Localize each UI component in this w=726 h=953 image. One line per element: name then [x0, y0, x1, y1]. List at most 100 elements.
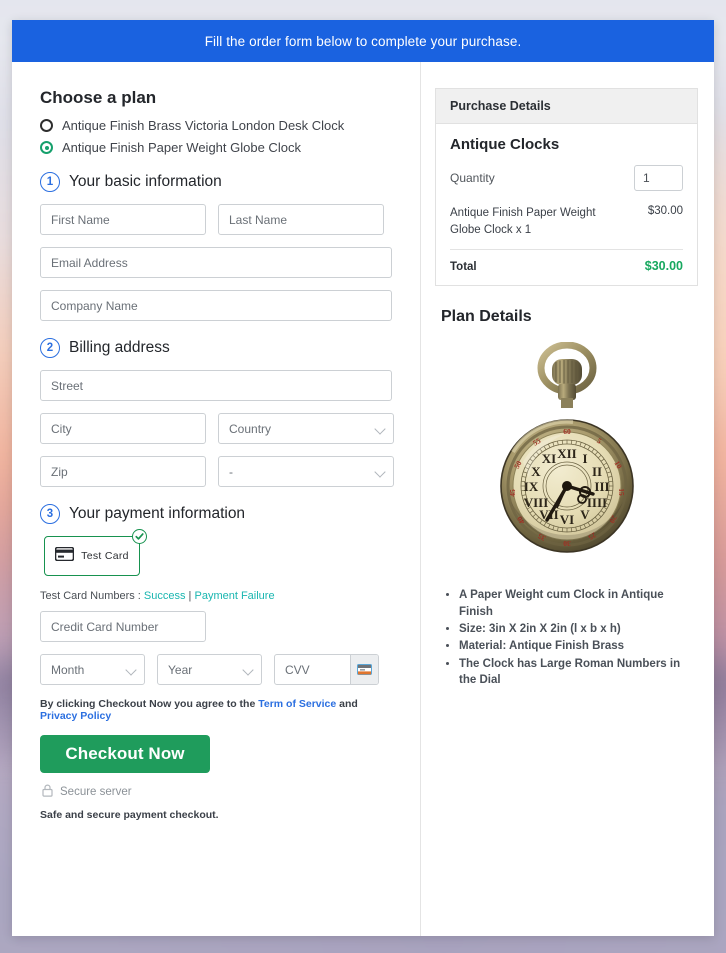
- plan-option-2[interactable]: Antique Finish Paper Weight Globe Clock: [40, 140, 392, 155]
- test-card-numbers-prefix: Test Card Numbers :: [40, 590, 144, 602]
- step-basic-information: 1 Your basic information: [40, 172, 392, 192]
- step-payment-title: Your payment information: [69, 505, 246, 522]
- email-input[interactable]: [40, 247, 392, 278]
- step-number-2: 2: [40, 338, 60, 358]
- svg-text:15: 15: [617, 489, 626, 497]
- terms-prefix: By clicking Checkout Now you agree to th…: [40, 698, 259, 710]
- secure-server-row: Secure server: [42, 784, 392, 800]
- svg-text:V: V: [580, 507, 590, 522]
- safe-checkout-note: Safe and secure payment checkout.: [40, 809, 219, 821]
- terms-middle: and: [336, 698, 358, 710]
- payment-failure-link[interactable]: Payment Failure: [194, 590, 274, 602]
- payment-method-test-card[interactable]: Test Card: [44, 529, 147, 576]
- form-column: Choose a plan Antique Finish Brass Victo…: [12, 62, 421, 936]
- test-card-numbers-line: Test Card Numbers : Success | Payment Fa…: [40, 590, 392, 602]
- line-item-price: $30.00: [647, 205, 683, 217]
- last-name-input[interactable]: [218, 204, 384, 235]
- product-group-name: Antique Clocks: [450, 136, 560, 153]
- svg-text:VIII: VIII: [523, 495, 548, 510]
- company-input[interactable]: [40, 290, 392, 321]
- card-cvv-icon[interactable]: [350, 655, 378, 684]
- plan-option-1[interactable]: Antique Finish Brass Victoria London Des…: [40, 118, 392, 133]
- total-value: $30.00: [644, 259, 683, 274]
- step-billing-address: 2 Billing address: [40, 338, 392, 358]
- total-label: Total: [450, 261, 477, 274]
- city-country-row: [40, 413, 394, 444]
- radio-icon-unselected[interactable]: [40, 119, 53, 132]
- quantity-input[interactable]: [634, 165, 683, 191]
- plan-details-title: Plan Details: [441, 308, 532, 326]
- year-select-wrap[interactable]: [157, 654, 262, 685]
- svg-text:I: I: [582, 451, 587, 466]
- quantity-row: Quantity: [450, 165, 683, 191]
- plan-feature-list: A Paper Weight cum Clock in Antique Fini…: [459, 587, 698, 688]
- month-select[interactable]: [40, 654, 145, 685]
- zip-state-row: [40, 456, 394, 487]
- step-number-3: 3: [40, 504, 60, 524]
- credit-card-row: [40, 611, 392, 642]
- banner: Fill the order form below to complete yo…: [12, 20, 714, 62]
- line-item-name: Antique Finish Paper Weight Globe Clock …: [450, 207, 596, 236]
- checkout-now-button[interactable]: Checkout Now: [40, 735, 210, 773]
- svg-text:IX: IX: [523, 479, 538, 494]
- street-input[interactable]: [40, 370, 392, 401]
- city-input[interactable]: [40, 413, 206, 444]
- choose-plan-heading: Choose a plan: [40, 88, 157, 107]
- credit-card-icon: [54, 546, 75, 566]
- month-select-wrap[interactable]: [40, 654, 145, 685]
- card-body: Choose a plan Antique Finish Brass Victo…: [12, 62, 714, 936]
- step-payment-information: 3 Your payment information: [40, 504, 392, 524]
- state-select[interactable]: [218, 456, 394, 487]
- antique-pocket-watch-image: 60 5 10 15 20 25 30 35 40 45 50 55 XII I…: [499, 342, 634, 554]
- state-select-wrap[interactable]: [218, 456, 394, 487]
- privacy-policy-link[interactable]: Privacy Policy: [40, 710, 111, 722]
- svg-text:XI: XI: [541, 451, 555, 466]
- svg-text:II: II: [591, 464, 601, 479]
- country-select-wrap[interactable]: [218, 413, 394, 444]
- list-item: The Clock has Large Roman Numbers in the…: [459, 656, 698, 689]
- purchase-details-body: Antique Clocks Quantity Antique Finish P…: [436, 124, 697, 285]
- svg-text:45: 45: [508, 489, 517, 497]
- success-link[interactable]: Success: [144, 590, 186, 602]
- svg-text:IIII: IIII: [586, 495, 606, 510]
- credit-card-number-input[interactable]: [40, 611, 206, 642]
- svg-text:XII: XII: [557, 446, 577, 461]
- expiry-cvv-row: [40, 654, 392, 685]
- divider: [450, 249, 683, 251]
- purchase-details-panel: Purchase Details Antique Clocks Quantity…: [435, 88, 698, 287]
- country-select[interactable]: [218, 413, 394, 444]
- plan-option-1-label: Antique Finish Brass Victoria London Des…: [62, 118, 345, 133]
- list-item: Size: 3in X 2in X 2in (l x b x h): [459, 621, 698, 637]
- list-item: Material: Antique Finish Brass: [459, 638, 698, 654]
- secure-server-label: Secure server: [60, 786, 132, 798]
- checkout-card: Fill the order form below to complete yo…: [12, 20, 714, 936]
- zip-input[interactable]: [40, 456, 206, 487]
- payment-method-label: Test Card: [81, 550, 129, 562]
- first-name-input[interactable]: [40, 204, 206, 235]
- cvv-group[interactable]: [274, 654, 379, 685]
- radio-icon-selected[interactable]: [40, 141, 53, 154]
- purchase-details-title: Purchase Details: [436, 89, 697, 124]
- list-item: A Paper Weight cum Clock in Antique Fini…: [459, 587, 698, 620]
- svg-text:III: III: [594, 479, 609, 494]
- plan-option-2-label: Antique Finish Paper Weight Globe Clock: [62, 140, 301, 155]
- summary-column: Purchase Details Antique Clocks Quantity…: [421, 62, 714, 936]
- line-item: Antique Finish Paper Weight Globe Clock …: [450, 205, 683, 238]
- quantity-label: Quantity: [450, 171, 495, 185]
- svg-text:X: X: [531, 464, 541, 479]
- step-number-1: 1: [40, 172, 60, 192]
- term-of-service-link[interactable]: Term of Service: [258, 698, 336, 710]
- total-row: Total $30.00: [450, 259, 683, 273]
- terms-text: By clicking Checkout Now you agree to th…: [40, 698, 392, 722]
- step-basic-title: Your basic information: [69, 173, 222, 190]
- company-row: [40, 290, 392, 321]
- email-row: [40, 247, 392, 278]
- step-billing-title: Billing address: [69, 339, 170, 356]
- name-row: [40, 204, 392, 235]
- banner-text: Fill the order form below to complete yo…: [204, 33, 522, 49]
- svg-text:VI: VI: [559, 512, 573, 527]
- lock-icon: [42, 784, 53, 800]
- street-row: [40, 370, 392, 401]
- check-circle-icon: [132, 529, 147, 544]
- year-select[interactable]: [157, 654, 262, 685]
